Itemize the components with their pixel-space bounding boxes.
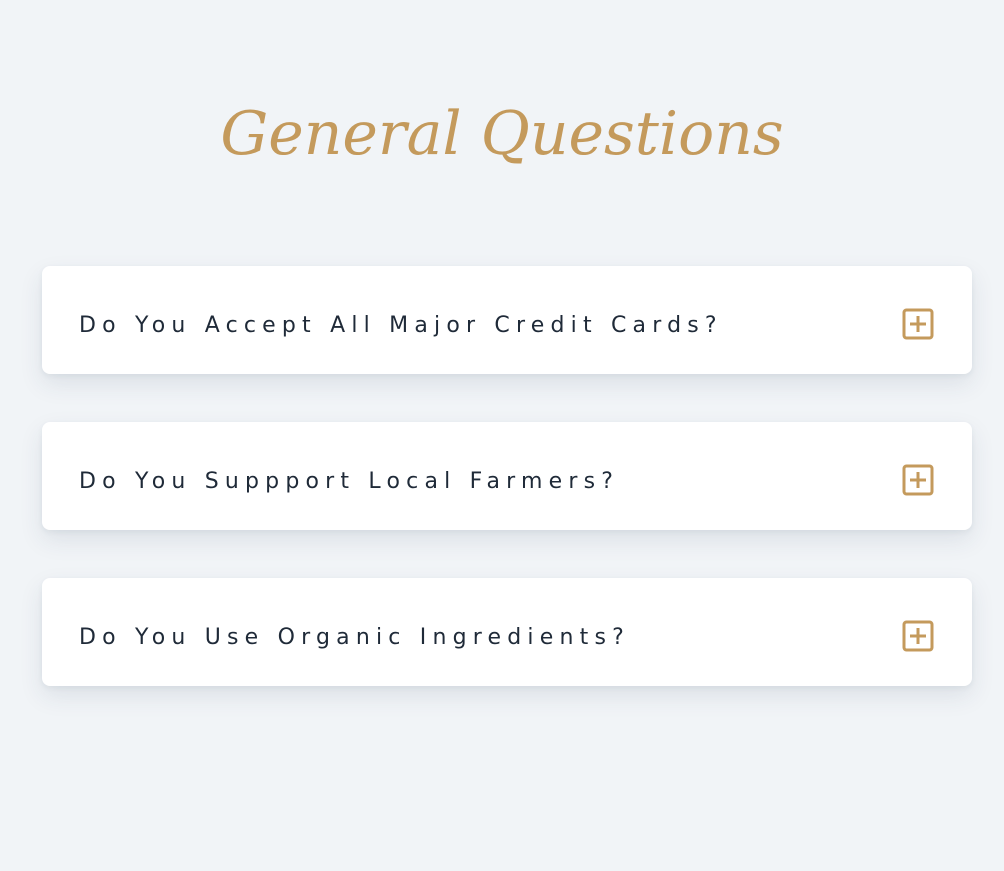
plus-square-icon[interactable] <box>902 620 934 652</box>
faq-item[interactable]: Do You Accept All Major Credit Cards? <box>42 266 972 374</box>
faq-question: Do You Use Organic Ingredients? <box>79 625 630 650</box>
faq-list: Do You Accept All Major Credit Cards? Do… <box>42 266 972 734</box>
faq-question: Do You Suppport Local Farmers? <box>79 469 620 494</box>
faq-item[interactable]: Do You Suppport Local Farmers? <box>42 422 972 530</box>
page-title: General Questions <box>220 99 784 169</box>
plus-square-icon[interactable] <box>902 308 934 340</box>
plus-square-icon[interactable] <box>902 464 934 496</box>
faq-question: Do You Accept All Major Credit Cards? <box>79 313 723 338</box>
faq-item[interactable]: Do You Use Organic Ingredients? <box>42 578 972 686</box>
